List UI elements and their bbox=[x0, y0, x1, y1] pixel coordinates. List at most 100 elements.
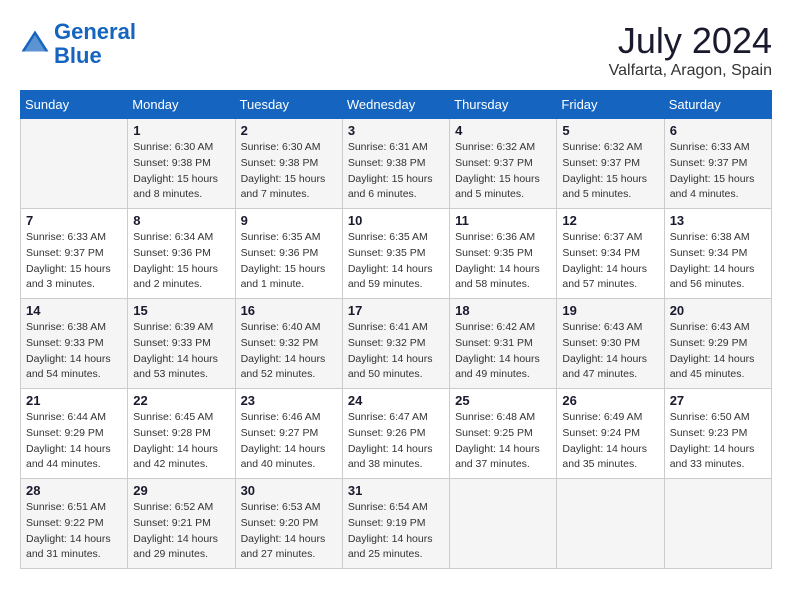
day-number: 25 bbox=[455, 393, 551, 408]
day-info: Sunrise: 6:54 AM Sunset: 9:19 PM Dayligh… bbox=[348, 500, 444, 563]
calendar-cell: 21 Sunrise: 6:44 AM Sunset: 9:29 PM Dayli… bbox=[21, 389, 128, 479]
day-number: 5 bbox=[562, 123, 658, 138]
day-number: 13 bbox=[670, 213, 766, 228]
day-info: Sunrise: 6:38 AM Sunset: 9:33 PM Dayligh… bbox=[26, 320, 122, 383]
calendar-cell: 31Sunrise: 6:54 AM Sunset: 9:19 PM Dayli… bbox=[342, 479, 449, 569]
weekday-header-friday: Friday bbox=[557, 91, 664, 119]
day-info: Sunrise: 6:52 AM Sunset: 9:21 PM Dayligh… bbox=[133, 500, 229, 563]
month-title: July 2024 bbox=[609, 20, 772, 62]
day-number: 21 bbox=[26, 393, 122, 408]
day-number: 9 bbox=[241, 213, 337, 228]
calendar-cell: 3Sunrise: 6:31 AM Sunset: 9:38 PM Daylig… bbox=[342, 119, 449, 209]
weekday-header-thursday: Thursday bbox=[450, 91, 557, 119]
day-info: Sunrise: 6:32 AM Sunset: 9:37 PM Dayligh… bbox=[562, 140, 658, 203]
day-number: 20 bbox=[670, 303, 766, 318]
day-info: Sunrise: 6:40 AM Sunset: 9:32 PM Dayligh… bbox=[241, 320, 337, 383]
day-number: 6 bbox=[670, 123, 766, 138]
calendar-cell: 10 Sunrise: 6:35 AM Sunset: 9:35 PM Dayli… bbox=[342, 209, 449, 299]
weekday-header-saturday: Saturday bbox=[664, 91, 771, 119]
calendar-cell: 14 Sunrise: 6:38 AM Sunset: 9:33 PM Dayli… bbox=[21, 299, 128, 389]
day-info: Sunrise: 6:33 AM Sunset: 9:37 PM Dayligh… bbox=[26, 230, 122, 293]
day-info: Sunrise: 6:33 AM Sunset: 9:37 PM Dayligh… bbox=[670, 140, 766, 203]
week-row-1: 1Sunrise: 6:30 AM Sunset: 9:38 PM Daylig… bbox=[21, 119, 772, 209]
day-number: 12 bbox=[562, 213, 658, 228]
logo-line1: General bbox=[54, 19, 136, 44]
day-number: 23 bbox=[241, 393, 337, 408]
weekday-header-row: SundayMondayTuesdayWednesdayThursdayFrid… bbox=[21, 91, 772, 119]
calendar-cell: 1Sunrise: 6:30 AM Sunset: 9:38 PM Daylig… bbox=[128, 119, 235, 209]
logo-icon bbox=[20, 29, 50, 59]
title-block: July 2024 Valfarta, Aragon, Spain bbox=[609, 20, 772, 80]
day-info: Sunrise: 6:45 AM Sunset: 9:28 PM Dayligh… bbox=[133, 410, 229, 473]
calendar-cell bbox=[21, 119, 128, 209]
weekday-header-monday: Monday bbox=[128, 91, 235, 119]
day-number: 2 bbox=[241, 123, 337, 138]
weekday-header-tuesday: Tuesday bbox=[235, 91, 342, 119]
day-number: 29 bbox=[133, 483, 229, 498]
day-number: 26 bbox=[562, 393, 658, 408]
day-info: Sunrise: 6:48 AM Sunset: 9:25 PM Dayligh… bbox=[455, 410, 551, 473]
day-info: Sunrise: 6:39 AM Sunset: 9:33 PM Dayligh… bbox=[133, 320, 229, 383]
day-info: Sunrise: 6:43 AM Sunset: 9:29 PM Dayligh… bbox=[670, 320, 766, 383]
weekday-header-sunday: Sunday bbox=[21, 91, 128, 119]
calendar-cell: 9 Sunrise: 6:35 AM Sunset: 9:36 PM Daylig… bbox=[235, 209, 342, 299]
calendar-cell: 5 Sunrise: 6:32 AM Sunset: 9:37 PM Daylig… bbox=[557, 119, 664, 209]
day-info: Sunrise: 6:38 AM Sunset: 9:34 PM Dayligh… bbox=[670, 230, 766, 293]
calendar-cell: 19Sunrise: 6:43 AM Sunset: 9:30 PM Dayli… bbox=[557, 299, 664, 389]
day-info: Sunrise: 6:30 AM Sunset: 9:38 PM Dayligh… bbox=[133, 140, 229, 203]
weekday-header-wednesday: Wednesday bbox=[342, 91, 449, 119]
day-number: 18 bbox=[455, 303, 551, 318]
day-info: Sunrise: 6:46 AM Sunset: 9:27 PM Dayligh… bbox=[241, 410, 337, 473]
calendar-cell: 16Sunrise: 6:40 AM Sunset: 9:32 PM Dayli… bbox=[235, 299, 342, 389]
day-info: Sunrise: 6:35 AM Sunset: 9:36 PM Dayligh… bbox=[241, 230, 337, 293]
logo: General Blue bbox=[20, 20, 136, 68]
calendar-cell: 28 Sunrise: 6:51 AM Sunset: 9:22 PM Dayli… bbox=[21, 479, 128, 569]
calendar-cell: 2 Sunrise: 6:30 AM Sunset: 9:38 PM Daylig… bbox=[235, 119, 342, 209]
logo-text: General Blue bbox=[54, 20, 136, 68]
day-info: Sunrise: 6:30 AM Sunset: 9:38 PM Dayligh… bbox=[241, 140, 337, 203]
day-info: Sunrise: 6:43 AM Sunset: 9:30 PM Dayligh… bbox=[562, 320, 658, 383]
calendar-cell: 27Sunrise: 6:50 AM Sunset: 9:23 PM Dayli… bbox=[664, 389, 771, 479]
week-row-2: 7Sunrise: 6:33 AM Sunset: 9:37 PM Daylig… bbox=[21, 209, 772, 299]
calendar-cell: 22 Sunrise: 6:45 AM Sunset: 9:28 PM Dayli… bbox=[128, 389, 235, 479]
day-info: Sunrise: 6:47 AM Sunset: 9:26 PM Dayligh… bbox=[348, 410, 444, 473]
day-info: Sunrise: 6:53 AM Sunset: 9:20 PM Dayligh… bbox=[241, 500, 337, 563]
day-info: Sunrise: 6:32 AM Sunset: 9:37 PM Dayligh… bbox=[455, 140, 551, 203]
calendar-cell: 18Sunrise: 6:42 AM Sunset: 9:31 PM Dayli… bbox=[450, 299, 557, 389]
day-number: 3 bbox=[348, 123, 444, 138]
day-info: Sunrise: 6:36 AM Sunset: 9:35 PM Dayligh… bbox=[455, 230, 551, 293]
day-info: Sunrise: 6:44 AM Sunset: 9:29 PM Dayligh… bbox=[26, 410, 122, 473]
calendar-cell: 7Sunrise: 6:33 AM Sunset: 9:37 PM Daylig… bbox=[21, 209, 128, 299]
day-number: 24 bbox=[348, 393, 444, 408]
calendar-cell: 13 Sunrise: 6:38 AM Sunset: 9:34 PM Dayli… bbox=[664, 209, 771, 299]
calendar-cell: 6 Sunrise: 6:33 AM Sunset: 9:37 PM Daylig… bbox=[664, 119, 771, 209]
calendar-cell: 30 Sunrise: 6:53 AM Sunset: 9:20 PM Dayli… bbox=[235, 479, 342, 569]
day-number: 10 bbox=[348, 213, 444, 228]
calendar-cell bbox=[450, 479, 557, 569]
week-row-4: 21 Sunrise: 6:44 AM Sunset: 9:29 PM Dayli… bbox=[21, 389, 772, 479]
day-info: Sunrise: 6:34 AM Sunset: 9:36 PM Dayligh… bbox=[133, 230, 229, 293]
day-number: 28 bbox=[26, 483, 122, 498]
calendar-cell: 26Sunrise: 6:49 AM Sunset: 9:24 PM Dayli… bbox=[557, 389, 664, 479]
calendar-cell: 17Sunrise: 6:41 AM Sunset: 9:32 PM Dayli… bbox=[342, 299, 449, 389]
calendar-cell: 24 Sunrise: 6:47 AM Sunset: 9:26 PM Dayli… bbox=[342, 389, 449, 479]
calendar-cell bbox=[557, 479, 664, 569]
day-number: 14 bbox=[26, 303, 122, 318]
day-number: 30 bbox=[241, 483, 337, 498]
calendar-table: SundayMondayTuesdayWednesdayThursdayFrid… bbox=[20, 90, 772, 569]
day-info: Sunrise: 6:35 AM Sunset: 9:35 PM Dayligh… bbox=[348, 230, 444, 293]
day-number: 22 bbox=[133, 393, 229, 408]
day-info: Sunrise: 6:51 AM Sunset: 9:22 PM Dayligh… bbox=[26, 500, 122, 563]
calendar-cell: 4 Sunrise: 6:32 AM Sunset: 9:37 PM Daylig… bbox=[450, 119, 557, 209]
day-number: 15 bbox=[133, 303, 229, 318]
calendar-cell: 20 Sunrise: 6:43 AM Sunset: 9:29 PM Dayli… bbox=[664, 299, 771, 389]
day-info: Sunrise: 6:37 AM Sunset: 9:34 PM Dayligh… bbox=[562, 230, 658, 293]
calendar-cell: 15 Sunrise: 6:39 AM Sunset: 9:33 PM Dayli… bbox=[128, 299, 235, 389]
week-row-5: 28 Sunrise: 6:51 AM Sunset: 9:22 PM Dayli… bbox=[21, 479, 772, 569]
day-number: 8 bbox=[133, 213, 229, 228]
calendar-cell bbox=[664, 479, 771, 569]
calendar-cell: 12 Sunrise: 6:37 AM Sunset: 9:34 PM Dayli… bbox=[557, 209, 664, 299]
calendar-cell: 8 Sunrise: 6:34 AM Sunset: 9:36 PM Daylig… bbox=[128, 209, 235, 299]
day-number: 4 bbox=[455, 123, 551, 138]
calendar-cell: 11Sunrise: 6:36 AM Sunset: 9:35 PM Dayli… bbox=[450, 209, 557, 299]
